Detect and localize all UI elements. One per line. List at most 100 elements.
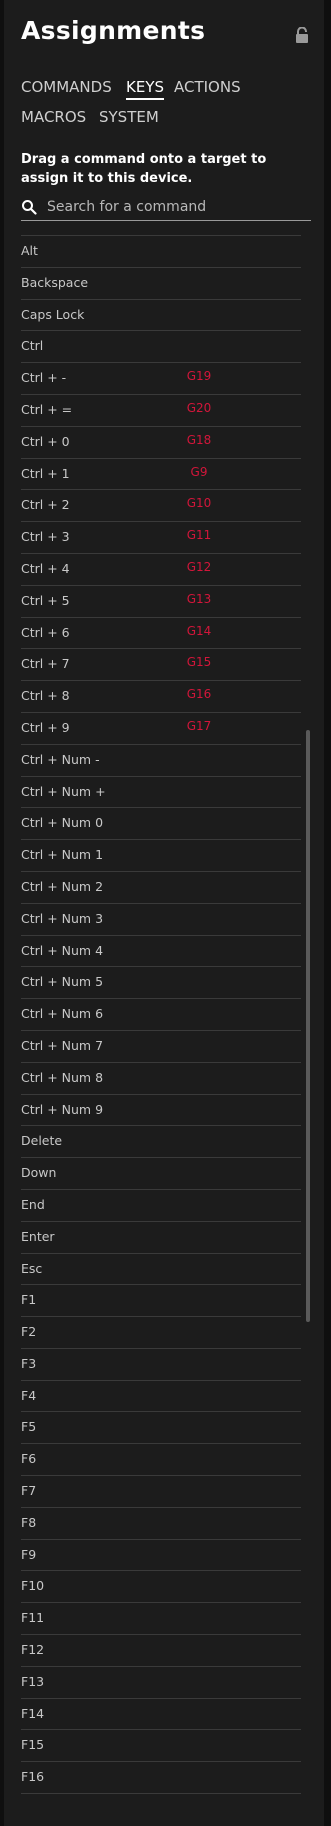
assignment-badge: G17	[186, 718, 212, 733]
assignments-panel: Assignments COMMANDS KEYS ACTIONS MACROS…	[4, 0, 324, 1826]
key-row[interactable]: F2	[21, 1317, 301, 1349]
key-row[interactable]: Esc	[21, 1254, 301, 1286]
key-label: F6	[21, 1451, 37, 1467]
key-row[interactable]: End	[21, 1190, 301, 1222]
key-row[interactable]: Alt	[21, 236, 301, 268]
assignment-badge: G9	[190, 464, 208, 479]
key-label: Ctrl + 1	[21, 465, 70, 481]
key-label: Ctrl + 2	[21, 497, 70, 513]
assignment-badge: G16	[186, 687, 212, 702]
key-row[interactable]: Ctrl + 1 G9	[21, 459, 301, 491]
key-row[interactable]: Ctrl + Num 0	[21, 808, 301, 841]
key-row[interactable]: F15	[21, 1730, 301, 1763]
key-label: F7	[21, 1483, 37, 1499]
key-label: Ctrl + 8	[21, 688, 70, 704]
key-label: F4	[21, 1387, 37, 1403]
panel-title: Assignments	[21, 16, 206, 45]
key-row[interactable]: Ctrl + 8 G16	[21, 681, 301, 713]
key-row[interactable]: F1	[21, 1285, 301, 1318]
key-row[interactable]: Ctrl + Num 7	[21, 1031, 301, 1063]
key-label: Ctrl + 4	[21, 560, 70, 576]
key-row[interactable]: F13	[21, 1667, 301, 1699]
assignment-badge: G10	[186, 496, 212, 511]
key-label: Ctrl + Num 0	[21, 815, 104, 831]
key-row[interactable]: F12	[21, 1635, 301, 1667]
key-row[interactable]: Ctrl	[21, 331, 301, 364]
key-label: F11	[21, 1610, 45, 1626]
key-label: Alt	[21, 243, 38, 258]
key-row[interactable]: Ctrl + Num 4	[21, 936, 301, 968]
tab-macros[interactable]: MACROS	[21, 108, 86, 126]
key-row[interactable]: Ctrl + 7 G15	[21, 649, 301, 682]
key-row[interactable]: Ctrl + 4 G12	[21, 554, 301, 586]
assignment-badge: G20	[186, 400, 212, 415]
tab-keys[interactable]: KEYS	[126, 78, 164, 100]
key-row[interactable]: Ctrl + Num 3	[21, 904, 301, 936]
key-label: F5	[21, 1419, 37, 1435]
assignment-badge: G12	[186, 559, 212, 574]
assignment-badge: G18	[186, 432, 212, 447]
key-label: Ctrl + 9	[21, 719, 70, 735]
key-row[interactable]: Ctrl + Num 2	[21, 872, 301, 904]
key-row[interactable]: Ctrl + 0 G18	[21, 427, 301, 459]
key-row[interactable]: F14	[21, 1699, 301, 1731]
key-row[interactable]: Ctrl + = G20	[21, 395, 301, 427]
list-scrollbar[interactable]	[306, 730, 310, 1322]
search-bar	[21, 196, 311, 221]
key-row[interactable]: Caps Lock	[21, 300, 301, 332]
key-row[interactable]: Ctrl + Num -	[21, 745, 301, 777]
key-label: End	[21, 1196, 45, 1212]
key-row[interactable]: F10	[21, 1571, 301, 1604]
assignment-badge: G11	[186, 528, 212, 543]
key-row[interactable]: Backspace	[21, 268, 301, 300]
key-row[interactable]: Ctrl + - G19	[21, 363, 301, 395]
key-row[interactable]: Ctrl + 2 G10	[21, 490, 301, 523]
key-row[interactable]: Ctrl + Num 9	[21, 1095, 301, 1127]
key-row[interactable]: F4	[21, 1381, 301, 1413]
key-row[interactable]: Ctrl + Num +	[21, 777, 301, 809]
key-label: Backspace	[21, 274, 89, 290]
lock-icon[interactable]	[295, 27, 309, 43]
key-label: Ctrl + Num -	[21, 751, 100, 767]
assignment-badge: G19	[186, 369, 212, 384]
key-row[interactable]: Ctrl + Num 6	[21, 999, 301, 1031]
assignment-badge: G14	[186, 623, 212, 638]
key-row[interactable]: F11	[21, 1603, 301, 1636]
key-row[interactable]: Ctrl + 3 G11	[21, 522, 301, 554]
key-row[interactable]: Ctrl + Num 8	[21, 1063, 301, 1095]
key-row[interactable]: Enter	[21, 1222, 301, 1254]
tab-commands[interactable]: COMMANDS	[21, 78, 112, 96]
key-label: F3	[21, 1355, 37, 1371]
key-row[interactable]: F16	[21, 1762, 301, 1795]
key-row[interactable]: Ctrl + Num 1	[21, 840, 301, 872]
key-row[interactable]: Ctrl + 5 G13	[21, 586, 301, 618]
key-list: Alt Backspace Caps Lock Ctrl Ctrl + - G19 Ctrl…	[21, 236, 301, 1795]
key-label: Ctrl + Num 3	[21, 910, 104, 926]
key-row[interactable]: Delete	[21, 1126, 301, 1159]
key-row[interactable]: F5	[21, 1412, 301, 1445]
key-row[interactable]: F7	[21, 1476, 301, 1508]
key-label: Ctrl + -	[21, 370, 67, 386]
key-label: Ctrl + 5	[21, 592, 70, 608]
tab-system[interactable]: SYSTEM	[99, 108, 159, 126]
key-row[interactable]: Down	[21, 1158, 301, 1190]
key-row[interactable]: F3	[21, 1349, 301, 1381]
key-label: F2	[21, 1324, 37, 1340]
key-row[interactable]: F9	[21, 1540, 301, 1572]
key-label: Ctrl	[21, 338, 44, 354]
key-row[interactable]: F8	[21, 1508, 301, 1540]
key-row[interactable]: Ctrl + 9 G17	[21, 713, 301, 745]
tab-actions[interactable]: ACTIONS	[174, 78, 241, 96]
key-label: Ctrl + Num 6	[21, 1006, 104, 1022]
key-label: Esc	[21, 1260, 43, 1276]
key-row[interactable]: Ctrl + 6 G14	[21, 618, 301, 650]
key-label: Delete	[21, 1133, 63, 1149]
key-label: F8	[21, 1514, 37, 1530]
key-row[interactable]: Ctrl + Num 5	[21, 967, 301, 1000]
key-label: Down	[21, 1165, 57, 1181]
instruction-text: Drag a command onto a target to assign i…	[21, 152, 267, 186]
key-label: F12	[21, 1642, 45, 1658]
key-label: F16	[21, 1769, 45, 1785]
search-input[interactable]	[47, 196, 307, 218]
key-row[interactable]: F6	[21, 1444, 301, 1477]
